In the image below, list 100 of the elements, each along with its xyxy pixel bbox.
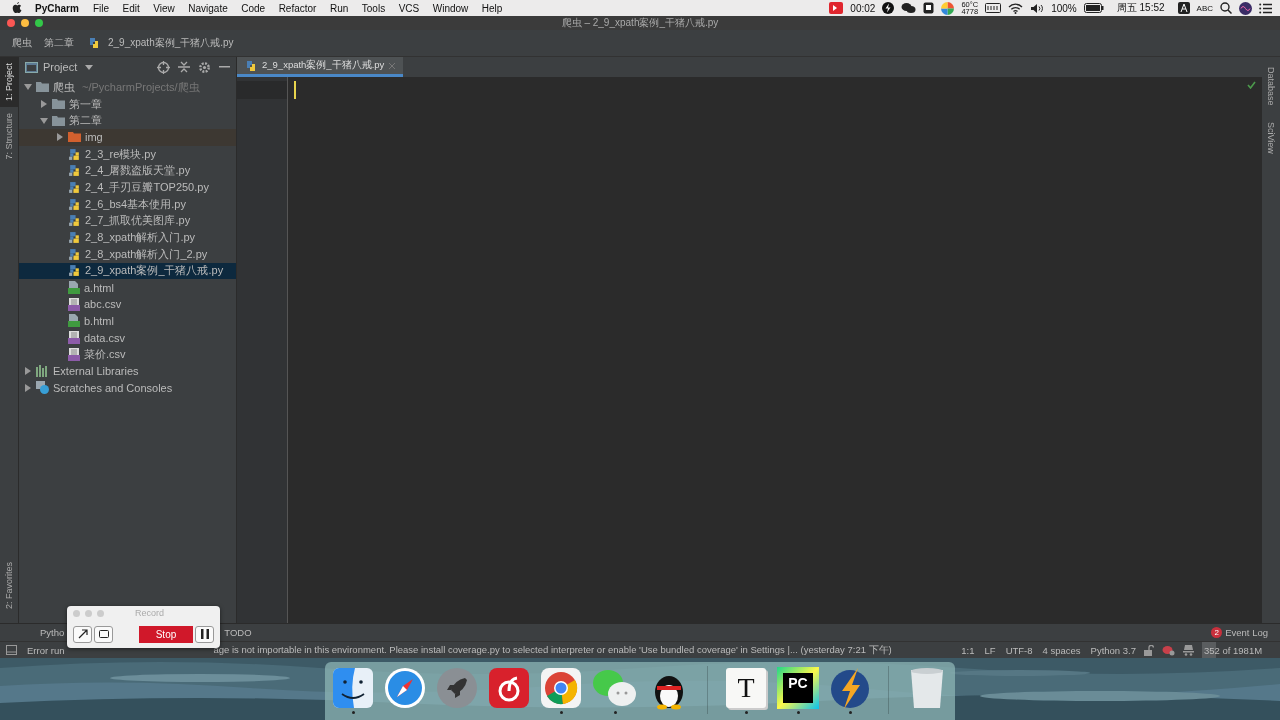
menu-item[interactable]: Run (329, 2, 349, 14)
menu-item[interactable]: VCS (398, 2, 420, 14)
expand-arrow-icon[interactable] (56, 133, 64, 142)
breadcrumb[interactable]: 爬虫 (8, 36, 36, 50)
tree-item[interactable]: External Libraries (19, 362, 236, 380)
status-item[interactable]: LF (984, 644, 996, 656)
notification-list-icon[interactable] (1259, 2, 1272, 14)
tree-item[interactable]: 第一章 (19, 95, 236, 113)
scratches-icon (36, 381, 49, 395)
settings-icon[interactable] (198, 60, 211, 74)
html-file-icon (68, 281, 80, 295)
tree-item[interactable]: 2_8_xpath解析入门.py (19, 229, 236, 246)
tree-item[interactable]: data.csv (19, 329, 236, 346)
memory-icon[interactable] (985, 3, 1002, 13)
tool-window-tab[interactable]: 7: Structure (0, 107, 18, 166)
breadcrumb[interactable]: 第二章 (40, 36, 78, 50)
tree-item[interactable]: abc.csv (19, 295, 236, 313)
rectangle-icon (98, 630, 109, 638)
check-icon (1247, 81, 1256, 89)
tree-item[interactable]: b.html (19, 312, 236, 330)
tree-item[interactable]: 第二章 (19, 112, 236, 130)
tool-window-tab[interactable]: Database (1262, 63, 1280, 110)
rectangle-tool-button[interactable] (94, 625, 113, 643)
menu-item[interactable]: View (153, 2, 175, 14)
status-item[interactable]: Python 3.7 (1090, 644, 1136, 656)
lock-icon[interactable] (1144, 644, 1154, 656)
typora-app-icon[interactable]: T (726, 668, 766, 708)
minimize-button[interactable] (21, 19, 29, 27)
tool-window-button[interactable]: TODO (224, 627, 252, 638)
tool-window-tab[interactable]: 2: Favorites (0, 555, 18, 615)
zoom-button[interactable] (35, 19, 43, 27)
inspector-icon[interactable] (1183, 644, 1194, 656)
expand-arrow-icon[interactable] (40, 100, 48, 109)
stop-button[interactable]: Stop (139, 625, 193, 643)
tree-item[interactable]: 2_8_xpath解析入门_2.py (19, 245, 236, 263)
tool-window-tab[interactable]: 1: Project (0, 57, 18, 108)
compass-icon[interactable] (383, 666, 427, 710)
screen-record-icon[interactable] (829, 2, 844, 14)
rocket-icon[interactable] (435, 666, 479, 710)
folder-icon (36, 82, 49, 93)
menu-item[interactable]: Navigate (188, 2, 228, 14)
tree-item[interactable]: img (19, 129, 236, 146)
tree-item[interactable]: 2_4_手刃豆瓣TOP250.py (19, 179, 236, 196)
tree-item[interactable]: 2_7_抓取优美图库.py (19, 212, 236, 230)
collapse-icon[interactable] (178, 61, 190, 73)
status-item[interactable]: 4 spaces (1042, 644, 1081, 656)
bug-settings-icon[interactable] (1162, 644, 1175, 656)
search-icon[interactable] (1220, 2, 1232, 14)
menu-item[interactable]: File (92, 2, 110, 14)
wifi-icon[interactable] (1008, 2, 1024, 14)
tree-item[interactable]: 2_6_bs4基本使用.py (19, 195, 236, 213)
tree-item[interactable]: 2_4_屠戮盗版天堂.py (19, 162, 236, 180)
pause-button[interactable] (195, 625, 214, 643)
pause-icon (200, 629, 209, 639)
tool-window-tab[interactable]: SciView (1262, 117, 1280, 158)
chat-icon[interactable] (901, 2, 917, 14)
menu-item[interactable]: Edit (122, 2, 140, 14)
finder-icon[interactable] (331, 666, 375, 710)
library-icon (36, 365, 49, 378)
menu-item[interactable]: Code (241, 2, 266, 14)
tool-window-button[interactable]: Pytho (40, 627, 65, 638)
status-item[interactable]: UTF-8 (1005, 644, 1033, 656)
collapse-arrow-icon[interactable] (24, 83, 32, 92)
caret-icon[interactable] (85, 64, 94, 70)
tree-item[interactable]: 菜价.csv (19, 346, 236, 363)
color-wheel-icon[interactable] (941, 1, 955, 15)
editor-tab[interactable]: 2_9_xpath案例_干猪八戒.py (237, 57, 404, 77)
record-title: Record (134, 608, 165, 618)
pycharm-app-icon[interactable]: PC (777, 667, 819, 709)
browser-icon[interactable] (539, 666, 583, 710)
status-item[interactable]: 1:1 (961, 644, 975, 656)
python-file-icon (245, 59, 257, 72)
clipboard-icon[interactable] (923, 2, 935, 14)
battery-icon[interactable] (1083, 3, 1104, 13)
collapse-arrow-icon[interactable] (40, 116, 48, 125)
tree-item[interactable]: Scratches and Consoles (19, 379, 236, 397)
close-button[interactable] (7, 19, 15, 27)
memory-indicator[interactable]: 352 of 1981M (1202, 642, 1280, 658)
lightning-icon[interactable] (882, 2, 895, 14)
menu-item[interactable]: Refactor (278, 2, 317, 14)
python-file-icon (68, 214, 81, 228)
music-app-icon[interactable] (487, 666, 531, 710)
tree-item[interactable]: 2_3_re模块.py (19, 145, 236, 163)
volume-icon[interactable] (1030, 2, 1045, 14)
crosshair-icon[interactable] (157, 60, 170, 74)
event-log-button[interactable]: Event Log (1225, 627, 1268, 638)
siri-icon[interactable] (1239, 1, 1252, 15)
tree-item[interactable]: 2_9_xpath案例_干猪八戒.py (19, 262, 236, 280)
arrow-tool-button[interactable] (73, 625, 92, 643)
menu-item[interactable]: Help (481, 2, 503, 14)
clock[interactable]: 周五 15:52 (1116, 1, 1165, 15)
menu-item[interactable]: Window (432, 2, 469, 14)
input-source-icon[interactable] (1177, 2, 1190, 14)
apple-logo-icon[interactable] (12, 1, 23, 15)
panel-title-dropdown[interactable]: Project (43, 61, 78, 73)
panel-toggle-icon[interactable] (6, 645, 17, 655)
breadcrumb[interactable]: 2_9_xpath案例_干猪八戒.py (104, 36, 238, 50)
menu-item[interactable]: Tools (361, 2, 386, 14)
tree-item[interactable]: a.html (19, 279, 236, 296)
app-menu[interactable]: PyCharm (35, 2, 79, 14)
